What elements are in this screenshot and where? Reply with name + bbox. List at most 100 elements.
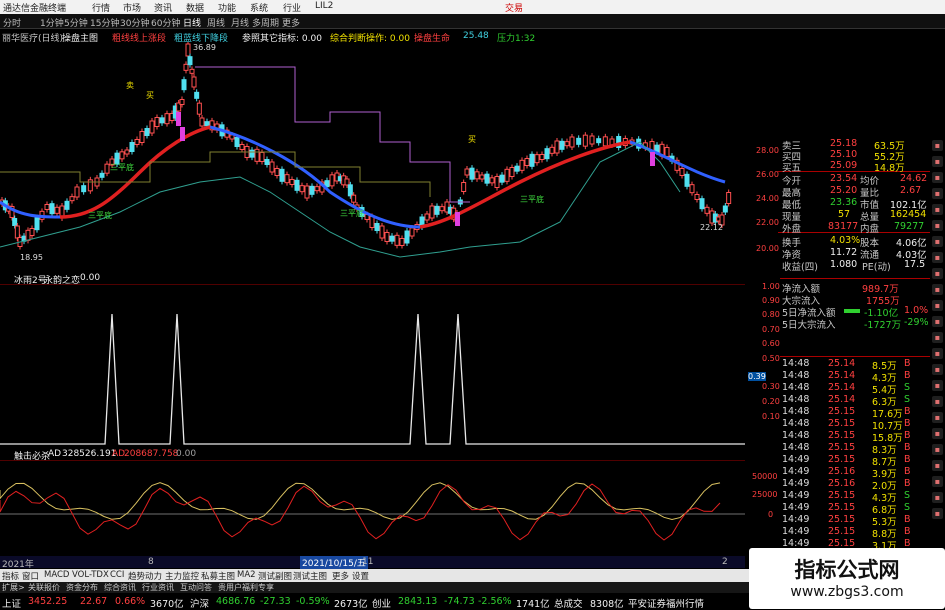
tick-list[interactable]: 14:48 25.14 8.5万 B 14:48 25.14 4.3万 B 14:48 25.14… [780, 356, 930, 552]
period-button[interactable]: 1分钟 [40, 16, 64, 29]
sidebar-icon[interactable]: ▪ [932, 252, 943, 263]
candle-body [29, 228, 35, 236]
candle-body [87, 179, 93, 192]
period-button[interactable]: 5分钟 [64, 16, 88, 29]
sidebar-icon[interactable]: ▪ [932, 476, 943, 487]
menu-item[interactable]: 数据 [186, 1, 204, 14]
indicator-tab[interactable]: 趋势动力 [128, 570, 162, 582]
info-tab[interactable]: 综合资讯 [104, 582, 136, 593]
period-button-active[interactable]: 日线 [183, 16, 201, 29]
index-value: 2843.13 [398, 596, 438, 607]
legend-label: 操盘生命 [414, 34, 451, 42]
tick-row: 14:49 25.15 4.3万 S [782, 490, 911, 504]
sidebar-icon[interactable]: ▪ [932, 428, 943, 439]
period-button[interactable]: 分时 [3, 16, 21, 29]
menu-item[interactable]: 行业 [283, 1, 301, 14]
period-button[interactable]: 月线 [231, 16, 249, 29]
period-button[interactable]: 15分钟 [90, 16, 119, 29]
index-name[interactable]: 沪深 [190, 596, 209, 610]
info-tab[interactable]: 扩展> [2, 582, 25, 593]
indicator-tab[interactable]: MA2 [237, 570, 256, 580]
sidebar-icon[interactable]: ▪ [932, 380, 943, 391]
ad-indicator-panel[interactable] [0, 460, 745, 554]
sidebar-icon[interactable]: ▪ [932, 268, 943, 279]
menu-item[interactable]: 功能 [218, 1, 236, 14]
menu-item[interactable]: 资讯 [154, 1, 172, 14]
main-kline-chart[interactable]: 36.89 18.95 22.12 卖 三平底 三平底 三平底 三平底 买 买 [0, 42, 745, 274]
sidebar-icon[interactable]: ▪ [932, 156, 943, 167]
candle-body [494, 176, 500, 188]
spike-indicator-panel[interactable] [0, 284, 745, 446]
index-name[interactable]: 创业 [372, 596, 391, 610]
indicator-tab[interactable]: MACD [44, 570, 69, 580]
candle-body [44, 204, 50, 210]
title-bar: 通达信金融终端 行情 市场 资讯 数据 功能 系统 行业 LIL2 交易 [0, 0, 945, 14]
ad-label: AD [48, 449, 62, 459]
indicator-tab[interactable]: 窗口 [22, 570, 39, 582]
sidebar-icon[interactable]: ▪ [932, 348, 943, 359]
indicator-tab[interactable]: 设置 [352, 570, 369, 582]
sidebar-icon[interactable]: ▪ [932, 412, 943, 423]
info-tab[interactable]: 关联报价 [28, 582, 60, 593]
candle-body [183, 63, 189, 71]
sidebar-icon[interactable]: ▪ [932, 444, 943, 455]
info-tab[interactable]: 资金分布 [66, 582, 98, 593]
sidebar-icon[interactable]: ▪ [932, 508, 943, 519]
sidebar-icon[interactable]: ▪ [932, 284, 943, 295]
sidebar-icon[interactable]: ▪ [932, 492, 943, 503]
quote-row: 今开 23.54 均价 24.62 [782, 173, 928, 187]
ytick: 0.30 [762, 382, 780, 391]
period-button[interactable]: 周线 [207, 16, 225, 29]
period-button[interactable]: 多周期 [252, 16, 279, 29]
low-annotation: 18.95 [20, 253, 43, 262]
menu-item[interactable]: 市场 [123, 1, 141, 14]
candle-body [294, 179, 300, 191]
candle-body [194, 91, 200, 99]
ad-value: 328526.191 [62, 449, 117, 459]
menu-item[interactable]: 系统 [250, 1, 268, 14]
sidebar-icon[interactable]: ▪ [932, 236, 943, 247]
indicator-tab[interactable]: 测试主图 [293, 570, 327, 582]
indicator-tab[interactable]: 私募主图 [201, 570, 235, 582]
candle-body [269, 161, 275, 173]
indicator-name[interactable]: 操盘主图 [62, 31, 98, 42]
sidebar-icon[interactable]: ▪ [932, 220, 943, 231]
sidebar-icon[interactable]: ▪ [932, 332, 943, 343]
info-tab[interactable]: 贵用户福利专享 [218, 582, 274, 593]
period-button[interactable]: 60分钟 [151, 16, 180, 29]
sidebar-icon[interactable]: ▪ [932, 460, 943, 471]
indicator-tab[interactable]: 主力监控 [165, 570, 199, 582]
ytick: 26.00 [756, 170, 779, 179]
candle-body [439, 206, 445, 212]
menu-item[interactable]: 行情 [92, 1, 110, 14]
legend-label: 综合判断操作: 0.00 [330, 34, 410, 42]
indicator-tab[interactable]: 更多 [332, 570, 349, 582]
period-button[interactable]: 30分钟 [120, 16, 149, 29]
candle-body [69, 196, 75, 202]
legend-label: 粗蓝线下降段 [174, 34, 229, 42]
candle-body [264, 159, 270, 165]
candle-body [347, 184, 353, 197]
sidebar-icon[interactable]: ▪ [932, 316, 943, 327]
info-tab[interactable]: 互动问答 [180, 582, 212, 593]
sidebar-icon[interactable]: ▪ [932, 300, 943, 311]
index-name[interactable]: 上证 [2, 596, 21, 610]
menu-item[interactable]: LIL2 [315, 1, 333, 11]
indicator-tab[interactable]: 指标 [2, 570, 19, 582]
candle-body [351, 194, 357, 203]
sidebar-icon[interactable]: ▪ [932, 172, 943, 183]
sidebar-icon[interactable]: ▪ [932, 396, 943, 407]
sidebar-icon[interactable]: ▪ [932, 188, 943, 199]
tick-row: 14:48 25.14 8.5万 B [782, 358, 911, 372]
tick-row: 14:48 25.14 4.3万 B [782, 370, 911, 384]
sidebar-icon[interactable]: ▪ [932, 204, 943, 215]
menu-item[interactable]: 交易 [505, 1, 523, 14]
indicator-tab[interactable]: CCI [110, 570, 124, 580]
sidebar-icon[interactable]: ▪ [932, 364, 943, 375]
indicator-tab[interactable]: 测试副图 [258, 570, 292, 582]
indicator-tab[interactable]: VOL-TDX [72, 570, 109, 580]
period-button[interactable]: 更多 [282, 16, 300, 29]
tick-row: 14:48 25.15 8.3万 B [782, 442, 911, 456]
sidebar-icon[interactable]: ▪ [932, 140, 943, 151]
info-tab[interactable]: 行业资讯 [142, 582, 174, 593]
